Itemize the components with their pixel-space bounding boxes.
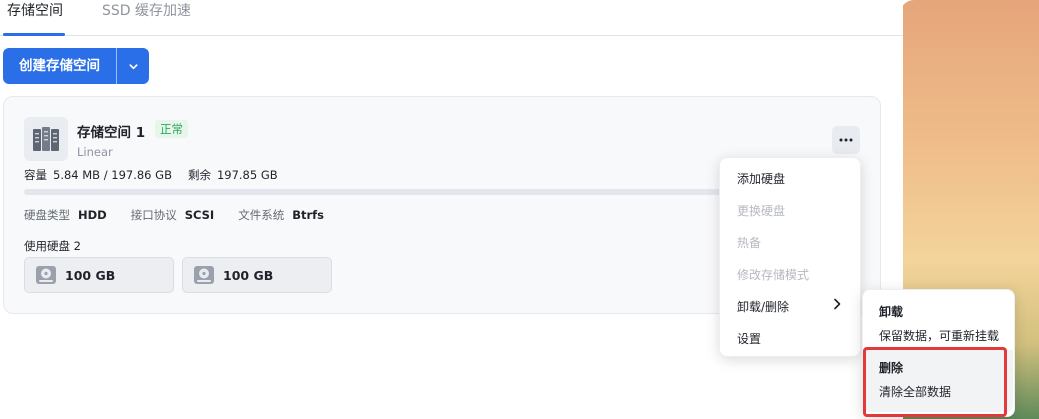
hard-disk-icon (35, 264, 57, 286)
unmount-title: 卸载 (879, 305, 904, 319)
capacity-value: 5.84 MB / 197.86 GB (53, 168, 172, 182)
interface-label: 接口协议 (130, 208, 177, 222)
pool-actions-menu: 添加硬盘 更换硬盘 热备 修改存储模式 卸载/删除 设置 (719, 157, 861, 357)
pool-mode: Linear (77, 145, 113, 159)
pool-meta-row: 硬盘类型 HDD 接口协议 SCSI 文件系统 Btrfs (24, 207, 348, 223)
tab-bar: 存储空间 SSD 缓存加速 (0, 0, 903, 36)
menu-item-add-disk[interactable]: 添加硬盘 (737, 170, 785, 187)
status-badge: 正常 (155, 120, 188, 138)
chevron-down-icon (128, 63, 138, 69)
disk-size: 100 GB (65, 267, 116, 283)
tab-storage-space[interactable]: 存储空间 (0, 0, 66, 36)
create-storage-split-button: 创建存储空间 (3, 48, 149, 84)
highlight-annotation-box (863, 347, 1007, 417)
create-storage-button[interactable]: 创建存储空间 (3, 48, 116, 84)
remaining-label: 剩余 (187, 168, 211, 182)
capacity-row: 容量 5.84 MB / 197.86 GB 剩余 197.85 GB (24, 167, 294, 183)
tab-ssd-cache[interactable]: SSD 缓存加速 (95, 0, 191, 35)
disk-type-value: HDD (78, 208, 107, 222)
menu-item-settings[interactable]: 设置 (737, 330, 761, 347)
menu-item-hot-spare: 热备 (737, 236, 762, 250)
create-storage-dropdown-button[interactable] (116, 48, 149, 84)
chevron-right-icon (833, 298, 841, 314)
disk-type-label: 硬盘类型 (24, 208, 70, 222)
menu-item-replace-disk: 更换硬盘 (737, 204, 786, 218)
hard-disk-icon (193, 264, 215, 286)
storage-pool-icon (24, 117, 68, 161)
capacity-label: 容量 (24, 168, 47, 182)
disk-card[interactable]: 100 GB (24, 257, 174, 293)
interface-value: SCSI (184, 208, 215, 222)
used-disks-label: 使用硬盘 2 (24, 239, 81, 253)
unmount-description: 保留数据，可重新挂载 (879, 329, 1000, 343)
menu-item-unmount-delete[interactable]: 卸载/删除 (737, 298, 789, 315)
filesystem-value: Btrfs (292, 208, 325, 222)
pool-name: 存储空间 1 (77, 125, 146, 141)
disk-card[interactable]: 100 GB (182, 257, 332, 293)
more-actions-button[interactable] (832, 126, 860, 154)
ellipsis-icon (839, 138, 853, 142)
disk-size: 100 GB (223, 267, 274, 283)
remaining-value: 197.85 GB (216, 168, 278, 182)
menu-item-change-mode: 修改存储模式 (737, 268, 810, 282)
filesystem-label: 文件系统 (238, 208, 285, 222)
